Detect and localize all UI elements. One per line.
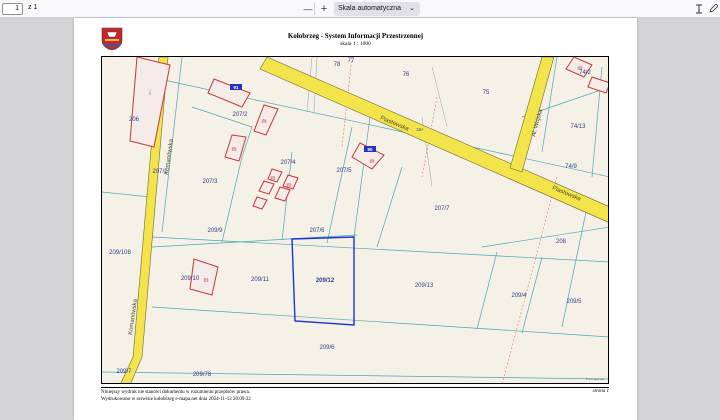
parcel-label: 209/9 xyxy=(207,228,223,234)
footer-line: Niniejszy wydruk nie stanowi dokumentu w… xyxy=(101,390,250,395)
parcel-label: 78 xyxy=(334,62,341,68)
page-number-input[interactable]: 1 xyxy=(2,3,23,15)
building-tag: i xyxy=(149,91,150,97)
parcel-label-selected: 209/12 xyxy=(316,278,335,284)
building-tag: m xyxy=(262,119,267,125)
zoom-in-button[interactable]: + xyxy=(317,2,331,16)
parcel-label: 209/6 xyxy=(319,345,335,351)
draw-pen-icon[interactable] xyxy=(706,2,720,16)
building-tag: m xyxy=(204,278,209,284)
document-scale: skala 1 : 1000 xyxy=(340,41,371,47)
page-label: strona 1 xyxy=(592,389,609,394)
parcel-label: 207/6 xyxy=(309,228,325,234)
cadastral-map: 91 90 Piastowska Piastowska Komanówska K… xyxy=(101,56,609,384)
map-attribution: © e-mapa.net xyxy=(585,377,604,381)
parcel-label: 208 xyxy=(556,239,567,245)
parcel-label: 206 xyxy=(129,117,140,123)
parcel-label: 207/7 xyxy=(434,206,450,212)
parcel-label: 209/4 xyxy=(511,293,527,299)
parcel-label: 74/9 xyxy=(565,164,577,170)
page-count-label: z 1 xyxy=(28,4,38,11)
text-cursor-icon[interactable] xyxy=(692,2,706,16)
parcel-label: 77 xyxy=(348,58,355,64)
parcel-label: 209/10 xyxy=(181,276,200,282)
parcel-label: 209/7 xyxy=(116,369,132,375)
building-tag: m xyxy=(578,66,583,72)
document-title: Kołobrzeg - System Informacji Przestrzen… xyxy=(287,32,424,40)
toolbar-separator xyxy=(314,3,315,15)
parcel-label: 209/13 xyxy=(415,283,434,289)
pdf-page: Kołobrzeg - System Informacji Przestrzen… xyxy=(74,18,637,420)
parcel-label: 74/13 xyxy=(570,124,586,130)
chevron-down-icon: ⌄ xyxy=(409,5,415,12)
house-number: 91 xyxy=(233,85,239,90)
building-tag: m xyxy=(232,147,237,153)
parcel-label: 209/108 xyxy=(109,250,131,256)
parcel-label: 76 xyxy=(403,72,410,78)
document-footer-note: Niniejszy wydruk nie stanowi dokumentu w… xyxy=(101,389,251,403)
building-tag: m xyxy=(271,176,276,182)
parcel-label: 75 xyxy=(483,90,490,96)
parcel-label: 207/1 xyxy=(152,169,168,175)
scale-select[interactable]: Skala automatyczna ⌄ xyxy=(334,2,420,16)
parcel-label: 209/78 xyxy=(193,372,212,378)
footer-divider xyxy=(101,387,609,388)
parcel-label: 209/11 xyxy=(251,277,270,283)
parcel-label: 207/5 xyxy=(336,168,352,174)
building-tag: m xyxy=(287,183,292,189)
building-tag: m xyxy=(370,159,375,165)
scale-select-value: Skala automatyczna xyxy=(338,5,402,12)
house-number: 90 xyxy=(367,147,373,152)
pdf-toolbar: 1 z 1 — + Skala automatyczna ⌄ xyxy=(0,0,720,18)
parcel-label: 15+ xyxy=(416,127,424,132)
footer-line: Wydrukowano w serwisie kołobrzeg e-mapa.… xyxy=(101,397,251,402)
parcel-label: 207/4 xyxy=(280,160,296,166)
zoom-out-button[interactable]: — xyxy=(301,2,315,16)
parcel-label: 209/5 xyxy=(566,299,582,305)
map-graphic: 91 90 Piastowska Piastowska Komanówska K… xyxy=(102,57,608,383)
parcel-label: 207/2 xyxy=(232,112,248,118)
parcel-label: 207/3 xyxy=(202,179,218,185)
